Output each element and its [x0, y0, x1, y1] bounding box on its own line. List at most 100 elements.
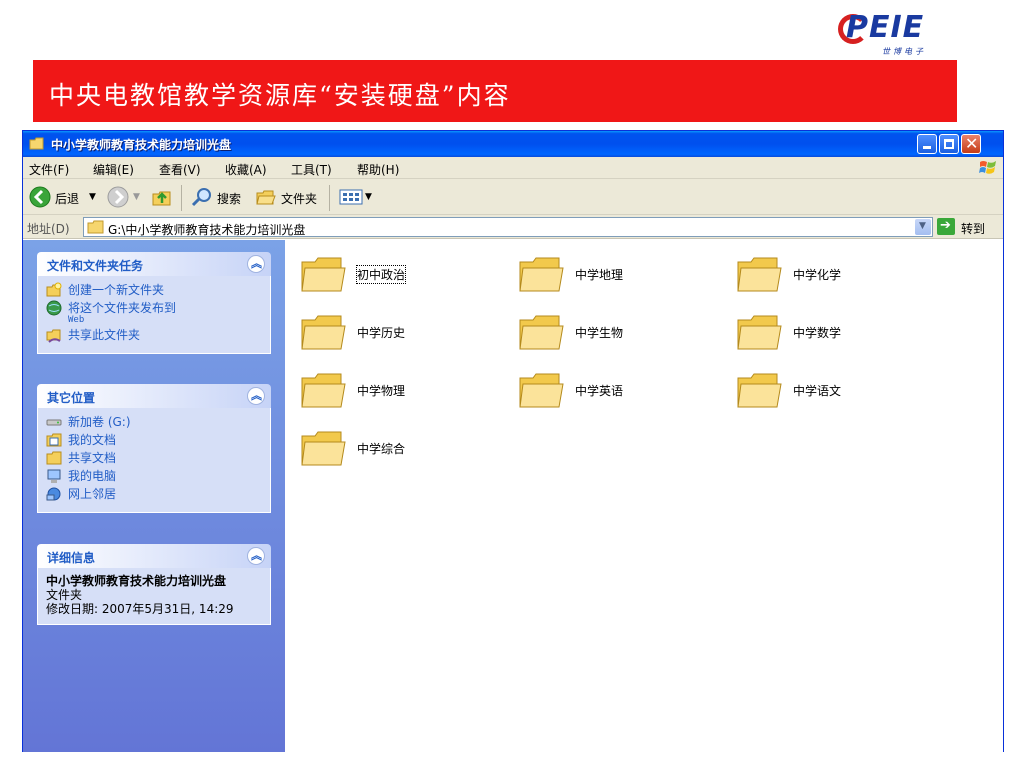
menu-file[interactable]: 文件(F) — [29, 161, 69, 178]
network-icon — [46, 487, 61, 501]
close-button[interactable]: ✕ — [961, 134, 981, 154]
window-title: 中小学教师教育技术能力培训光盘 — [51, 138, 232, 152]
file-tasks-title: 文件和文件夹任务 — [47, 259, 144, 273]
search-button-label[interactable]: 搜索 — [217, 190, 241, 207]
other-places-title: 其它位置 — [47, 391, 96, 405]
place-label: 新加卷 (G:) — [68, 415, 131, 429]
collapse-icon[interactable]: ︽ — [247, 255, 265, 273]
details-modified: 修改日期: 2007年5月31日, 14:29 — [46, 602, 234, 616]
folder-icon — [519, 257, 564, 292]
place-shared-documents[interactable]: 共享文档 — [46, 450, 262, 466]
task-sublabel: Web — [68, 315, 85, 325]
back-arrow-icon[interactable] — [29, 186, 51, 208]
menu-tools[interactable]: 工具(T) — [291, 161, 332, 178]
other-places-body: 新加卷 (G:) 我的文档 共享文档 我的电脑 网上邻居 — [37, 408, 271, 513]
folder-label: 中学物理 — [357, 384, 406, 398]
place-label: 共享文档 — [68, 451, 117, 465]
address-bar: 地址(D) G:\中小学教师教育技术能力培训光盘 ▼ ➔ 转到 — [23, 215, 1003, 239]
details-panel: 详细信息 ︽ 中小学教师教育技术能力培训光盘 文件夹 修改日期: 2007年5月… — [37, 544, 271, 625]
folder-icon — [301, 315, 346, 350]
folder-label: 中学综合 — [357, 442, 406, 456]
go-button[interactable]: ➔ — [937, 218, 955, 235]
task-publish-web[interactable]: 将这个文件夹发布到 Web — [46, 300, 262, 325]
toolbar: 后退 ▼ ▼ 搜索 文件夹 ▼ — [23, 179, 1003, 215]
back-button-label[interactable]: 后退 — [55, 190, 79, 207]
folders-icon[interactable] — [255, 186, 277, 208]
task-new-folder[interactable]: 创建一个新文件夹 — [46, 282, 262, 298]
folder-item[interactable]: 中学化学 — [735, 254, 935, 298]
view-mode-icon[interactable] — [339, 186, 363, 208]
banner-title: 中央电教馆教学资源库“安装硬盘”内容 — [49, 81, 511, 110]
slide: PEIE 世博电子 中央电教馆教学资源库“安装硬盘”内容 中小学教师教育技术能力… — [0, 0, 1024, 768]
view-dropdown-icon[interactable]: ▼ — [365, 192, 372, 202]
folder-item[interactable]: 中学综合 — [299, 428, 499, 472]
address-dropdown-button[interactable]: ▼ — [915, 219, 931, 235]
other-places-header[interactable]: 其它位置 ︽ — [37, 384, 271, 408]
place-label: 我的文档 — [68, 433, 117, 447]
folder-item[interactable]: 中学生物 — [517, 312, 717, 356]
folder-label: 中学历史 — [357, 326, 406, 340]
explorer-window: 中小学教师教育技术能力培训光盘 ✕ 文件(F) 编辑(E) 查看(V) 收藏(A… — [22, 130, 1004, 752]
minimize-button[interactable] — [917, 134, 937, 154]
task-pane: 文件和文件夹任务 ︽ 创建一个新文件夹 将这个文件夹发布到 Web 共享此文件夹… — [23, 240, 285, 752]
folder-icon — [737, 257, 782, 292]
chevron-down-icon: ▼ — [919, 221, 926, 231]
menu-help[interactable]: 帮助(H) — [357, 161, 399, 178]
menu-favorites[interactable]: 收藏(A) — [225, 161, 267, 178]
folder-icon — [519, 315, 564, 350]
forward-dropdown-icon[interactable]: ▼ — [133, 192, 140, 202]
collapse-icon[interactable]: ︽ — [247, 547, 265, 565]
windows-logo-icon — [979, 161, 996, 174]
folder-icon — [301, 257, 346, 292]
folder-item[interactable]: 中学语文 — [735, 370, 935, 414]
folder-item[interactable]: 中学地理 — [517, 254, 717, 298]
folder-item[interactable]: 初中政治 — [299, 254, 499, 298]
place-network[interactable]: 网上邻居 — [46, 486, 262, 502]
folder-item[interactable]: 中学英语 — [517, 370, 717, 414]
address-path: G:\中小学教师教育技术能力培训光盘 — [108, 223, 306, 237]
folder-icon — [29, 137, 44, 150]
place-drive-g[interactable]: 新加卷 (G:) — [46, 414, 262, 430]
back-dropdown-icon[interactable]: ▼ — [89, 192, 96, 202]
maximize-button[interactable] — [939, 134, 959, 154]
collapse-icon[interactable]: ︽ — [247, 387, 265, 405]
address-input[interactable]: G:\中小学教师教育技术能力培训光盘 ▼ — [83, 217, 933, 237]
toolbar-separator — [329, 185, 330, 211]
new-folder-icon — [46, 282, 62, 297]
toolbar-separator — [181, 185, 182, 211]
folder-label: 中学数学 — [793, 326, 842, 340]
menu-view[interactable]: 查看(V) — [159, 161, 201, 178]
go-button-label[interactable]: 转到 — [961, 220, 985, 237]
folder-icon — [87, 220, 104, 234]
my-documents-icon — [46, 433, 62, 447]
shared-documents-icon — [46, 451, 62, 465]
folder-icon — [301, 373, 346, 408]
up-folder-icon[interactable] — [151, 186, 173, 208]
window-titlebar[interactable]: 中小学教师教育技术能力培训光盘 ✕ — [23, 131, 1003, 157]
file-tasks-header[interactable]: 文件和文件夹任务 ︽ — [37, 252, 271, 276]
folder-icon — [737, 315, 782, 350]
file-tasks-panel: 文件和文件夹任务 ︽ 创建一个新文件夹 将这个文件夹发布到 Web 共享此文件夹 — [37, 252, 271, 354]
folder-item[interactable]: 中学数学 — [735, 312, 935, 356]
minimize-icon — [923, 146, 931, 149]
menu-edit[interactable]: 编辑(E) — [93, 161, 134, 178]
place-my-documents[interactable]: 我的文档 — [46, 432, 262, 448]
address-label: 地址(D) — [27, 222, 70, 236]
details-header[interactable]: 详细信息 ︽ — [37, 544, 271, 568]
task-share-folder[interactable]: 共享此文件夹 — [46, 327, 262, 343]
folder-item[interactable]: 中学历史 — [299, 312, 499, 356]
folders-button-label[interactable]: 文件夹 — [281, 190, 317, 207]
menu-bar: 文件(F) 编辑(E) 查看(V) 收藏(A) 工具(T) 帮助(H) — [23, 157, 1003, 179]
folder-label: 中学语文 — [793, 384, 842, 398]
title-banner: 中央电教馆教学资源库“安装硬盘”内容 — [33, 60, 957, 122]
peie-logo: PEIE 世博电子 — [838, 8, 958, 58]
publish-web-icon — [46, 300, 62, 316]
place-label: 网上邻居 — [68, 487, 117, 501]
folder-label: 初中政治 — [355, 265, 407, 284]
search-icon[interactable] — [191, 186, 213, 208]
place-label: 我的电脑 — [68, 469, 117, 483]
folder-item[interactable]: 中学物理 — [299, 370, 499, 414]
place-my-computer[interactable]: 我的电脑 — [46, 468, 262, 484]
forward-arrow-icon[interactable] — [107, 186, 129, 208]
details-title: 详细信息 — [47, 551, 96, 565]
